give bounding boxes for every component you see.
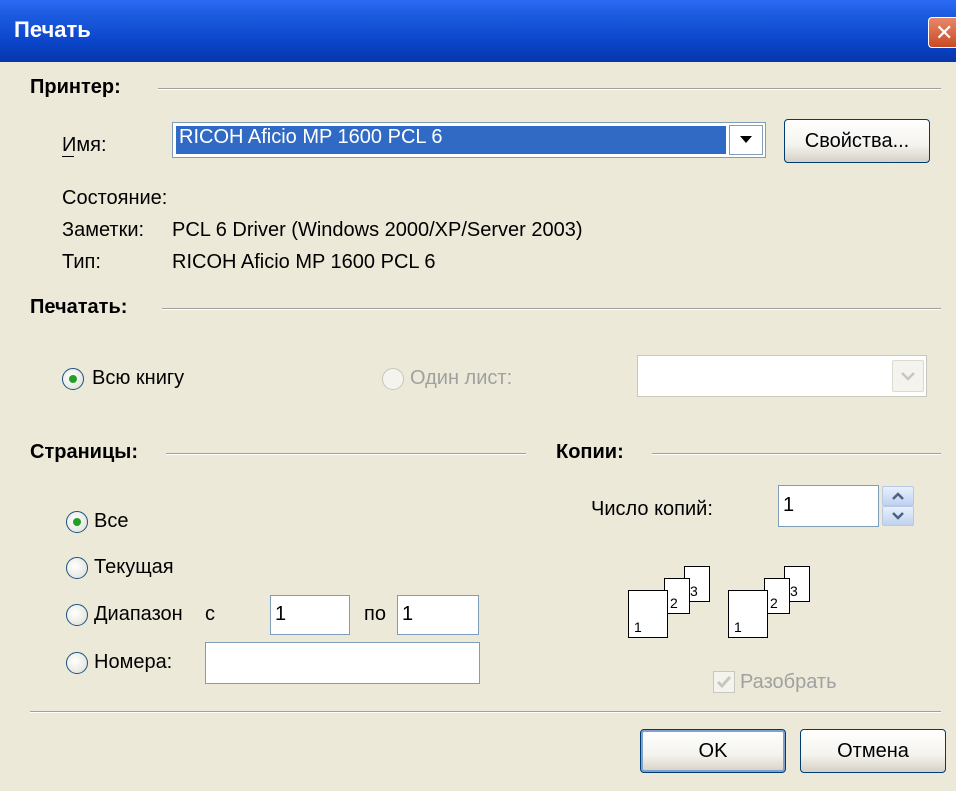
check-icon xyxy=(716,676,732,689)
copies-count-label: Число копий: xyxy=(591,498,713,521)
arrow-up-icon xyxy=(892,492,904,500)
printer-status-label: Состояние: xyxy=(62,187,168,209)
copies-count-field[interactable]: 1 xyxy=(778,485,879,527)
pages-current-radio[interactable] xyxy=(66,557,88,579)
range-to-label: по xyxy=(364,603,386,625)
printer-divider xyxy=(158,88,941,90)
pages-numbers-label[interactable]: Номера: xyxy=(94,651,172,674)
sheet-select[interactable] xyxy=(637,355,927,397)
copies-divider xyxy=(652,453,941,455)
pages-range-label[interactable]: Диапазон xyxy=(94,603,196,626)
collate-checkbox[interactable] xyxy=(713,671,735,693)
print-dialog: Печать ✕ Принтер: Имя: RICOH Aficio MP 1… xyxy=(0,0,956,791)
arrow-down-icon xyxy=(892,512,904,520)
print-what-divider xyxy=(162,308,941,310)
copies-count-label-text: Число копий: xyxy=(591,498,713,520)
pages-numbers-field[interactable] xyxy=(205,642,480,684)
pages-current-label[interactable]: Текущая xyxy=(94,556,174,579)
chevron-down-icon xyxy=(901,372,915,381)
pages-all-radio[interactable] xyxy=(66,511,88,533)
close-button[interactable]: ✕ xyxy=(928,17,956,48)
print-what-section-label: Печатать: xyxy=(30,296,128,318)
printer-name-combobox[interactable]: RICOH Aficio MP 1600 PCL 6 xyxy=(172,122,766,158)
close-icon: ✕ xyxy=(935,20,954,45)
whole-book-label[interactable]: Всю книгу xyxy=(92,367,184,390)
properties-button[interactable]: Свойства... xyxy=(784,119,930,163)
copies-spinner[interactable] xyxy=(882,486,914,526)
range-from-label: с xyxy=(205,603,215,625)
range-to-field[interactable]: 1 xyxy=(397,595,479,635)
collate-illustration: 3 2 1 3 2 1 xyxy=(628,566,818,646)
chevron-down-icon xyxy=(740,136,752,143)
cancel-button[interactable]: Отмена xyxy=(800,729,946,773)
page-icon: 1 xyxy=(628,590,668,638)
collate-label[interactable]: Разобрать xyxy=(740,671,836,694)
pages-section-label: Страницы: xyxy=(30,441,138,463)
printer-notes-value: PCL 6 Driver (Windows 2000/XP/Server 200… xyxy=(172,219,583,241)
spin-up-button[interactable] xyxy=(882,486,914,506)
bottom-divider xyxy=(30,711,941,713)
whole-book-radio[interactable] xyxy=(62,368,84,390)
printer-notes-label: Заметки: xyxy=(62,219,145,241)
printer-name-label-text: Имя: xyxy=(62,134,107,156)
printer-name-accel-underline xyxy=(62,156,74,157)
printer-name-label: Имя: xyxy=(62,134,107,157)
sheet-select-dropdown-button[interactable] xyxy=(892,360,924,392)
copies-section-label: Копии: xyxy=(556,441,624,463)
window-title: Печать xyxy=(14,17,91,42)
spin-down-button[interactable] xyxy=(882,506,914,526)
pages-divider xyxy=(166,453,526,455)
printer-type-value: RICOH Aficio MP 1600 PCL 6 xyxy=(172,251,436,273)
ok-button[interactable]: OK xyxy=(640,729,786,773)
one-sheet-radio[interactable] xyxy=(382,368,404,390)
one-sheet-label[interactable]: Один лист: xyxy=(410,367,512,390)
printer-section-label: Принтер: xyxy=(30,76,121,98)
pages-range-radio[interactable] xyxy=(66,604,88,626)
page-icon: 1 xyxy=(728,590,768,638)
pages-numbers-radio[interactable] xyxy=(66,652,88,674)
printer-name-dropdown-button[interactable] xyxy=(729,125,763,155)
pages-all-label[interactable]: Все xyxy=(94,510,128,533)
range-from-field[interactable]: 1 xyxy=(270,595,350,635)
printer-type-label: Тип: xyxy=(62,251,101,273)
title-bar[interactable]: Печать ✕ xyxy=(0,0,956,62)
printer-name-value: RICOH Aficio MP 1600 PCL 6 xyxy=(179,126,443,148)
